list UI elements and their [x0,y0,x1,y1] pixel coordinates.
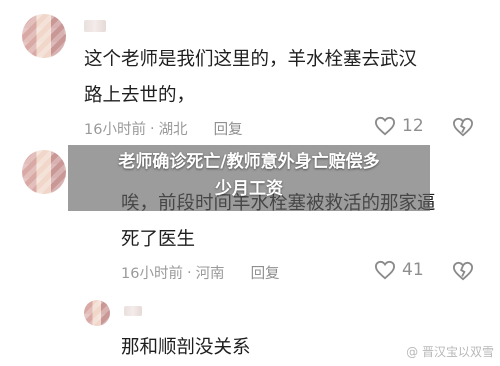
comment-meta: 16小时前 · 湖北 回复 [84,118,243,139]
comment-text: 那和顺剖没关系 [121,337,251,358]
avatar[interactable] [22,14,66,58]
comment-text: 这个老师是我们这里的，羊水栓塞去武汉 路上去世的， [84,49,418,106]
comment-time: 16小时前 [84,122,146,138]
meta-separator: · [186,264,192,281]
username-blurred[interactable] [124,306,142,316]
reply-button[interactable]: 回复 [251,262,280,283]
avatar[interactable] [22,150,66,194]
broken-heart-icon [452,117,474,137]
watermark-text: @ 晋汉宝以双雪 [406,345,494,359]
like-button[interactable]: 12 [374,116,424,136]
meta-separator: · [149,120,155,137]
comment-time: 16小时前 [121,266,183,282]
heart-outline-icon [374,116,396,136]
avatar[interactable] [84,300,110,326]
broken-heart-icon [452,261,474,281]
headline-text: 老师确诊死亡/教师意外身亡赔偿多 少月工资 [118,152,380,199]
dislike-button[interactable] [452,261,474,285]
dislike-button[interactable] [452,117,474,141]
comment-location: 河南 [195,266,225,282]
username-blurred[interactable] [84,20,106,32]
heart-outline-icon [374,260,396,280]
comment-meta: 16小时前 · 河南 回复 [121,262,280,283]
like-count: 12 [402,116,424,136]
like-count: 41 [402,260,424,280]
watermark: @ 晋汉宝以双雪 [406,343,494,360]
like-button[interactable]: 41 [374,260,424,280]
reply-button[interactable]: 回复 [214,118,243,139]
comment-location: 湖北 [158,122,188,138]
